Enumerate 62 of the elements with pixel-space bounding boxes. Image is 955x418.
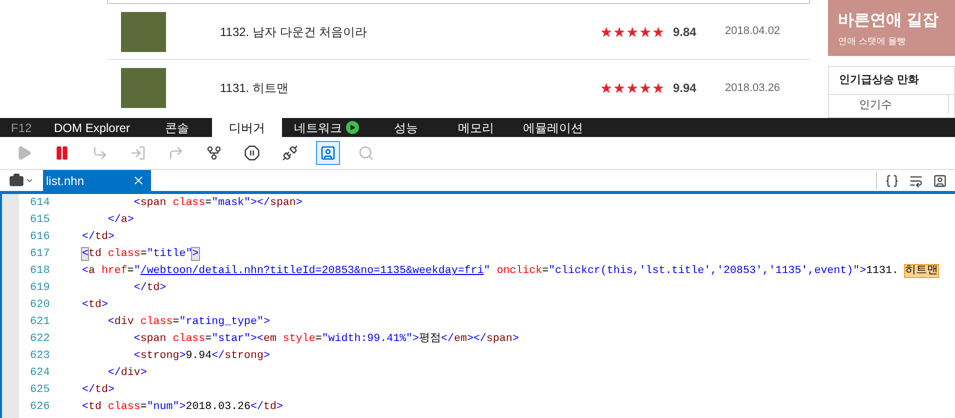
line-number: 614 <box>29 196 51 212</box>
code-line: </a> <box>106 213 134 228</box>
star-icon: ★ <box>652 24 665 38</box>
devtools-tab[interactable]: 에뮬레이션 <box>511 118 596 137</box>
devtools-tab[interactable]: 메모리 <box>441 118 512 137</box>
ranking-tab[interactable]: 인기수 <box>859 95 949 114</box>
star-icon: ★ <box>613 81 626 95</box>
close-icon[interactable] <box>132 174 145 187</box>
code-line: <a href="/webtoon/detail.nhn?titleId=20853&no=1135&weekday=fri" onclick="clickcr(this,'lst.title','20853','1135',event)">1131. 히트맨 <box>82 264 938 280</box>
line-number: 619 <box>29 281 51 296</box>
banner-subtitle: 연애 스탯에 몰빵 <box>838 34 908 48</box>
word-wrap-icon[interactable] <box>909 174 923 188</box>
star-icon: ★ <box>639 81 652 95</box>
episode-date: 2018.04.02 <box>725 24 780 40</box>
devtools-tab[interactable]: DOM Explorer <box>42 118 142 137</box>
line-number: 617 <box>29 247 51 262</box>
ranking-title: 인기급상승 만화 <box>829 67 954 95</box>
code-line: </td> <box>82 383 114 398</box>
devtools-tab[interactable]: 디버거 <box>212 118 282 137</box>
episode-date: 2018.03.26 <box>725 80 780 96</box>
file-tab[interactable]: list.nhn <box>43 170 151 191</box>
code-line: <td> <box>82 298 108 314</box>
devtools-tab[interactable]: 콘솔 <box>142 118 212 137</box>
code-line: <div class="rating_type"> <box>106 315 270 330</box>
line-number: 623 <box>29 349 51 364</box>
line-number: 616 <box>29 230 51 246</box>
code-line: <span class="star"><em style="width:99.41%">평점</em></span> <box>132 332 519 348</box>
code-line: <td class="num">2018.03.26</td> <box>82 400 283 416</box>
star-icon: ★ <box>600 24 613 38</box>
code-line: </td> <box>82 230 114 246</box>
file-tab-label: list.nhn <box>46 172 84 190</box>
code-line: <strong>9.94</strong> <box>132 349 270 364</box>
photo-placeholder <box>121 68 166 108</box>
banner-title: 바른연애 길잡 <box>838 12 940 28</box>
star-icon: ★ <box>652 81 665 95</box>
rating-score: 9.84 <box>673 24 698 40</box>
code-line: </td> <box>132 281 166 296</box>
line-number: 620 <box>29 298 51 314</box>
line-number: 625 <box>29 383 51 398</box>
star-icon: ★ <box>626 81 639 95</box>
line-number: 622 <box>29 332 51 348</box>
f12-label: F12 <box>10 120 33 136</box>
line-number: 624 <box>29 366 51 382</box>
braces-icon[interactable] <box>885 174 899 188</box>
episode-title[interactable]: 1132. 남자 다운건 처음이라 <box>220 22 600 40</box>
line-number: 621 <box>29 315 51 330</box>
star-icon: ★ <box>639 24 652 38</box>
photo-placeholder <box>121 12 166 52</box>
code-line: <span class="mask"></span> <box>132 196 302 212</box>
star-icon: ★ <box>626 24 639 38</box>
devtools-tab[interactable]: 네트워크 <box>282 118 372 137</box>
episode-title[interactable]: 1131. 히트맨 <box>220 79 600 97</box>
caret-icon <box>25 176 34 185</box>
star-icon: ★ <box>600 81 613 95</box>
code-line: <td class="title"> <box>82 247 199 262</box>
rating-score: 9.94 <box>673 80 698 97</box>
line-number: 618 <box>29 264 51 280</box>
line-number: 615 <box>29 213 51 228</box>
devtools-tab[interactable]: 성능 <box>371 118 442 137</box>
line-number: 626 <box>29 400 51 416</box>
star-icon: ★ <box>613 24 626 38</box>
code-line: </div> <box>106 366 147 382</box>
